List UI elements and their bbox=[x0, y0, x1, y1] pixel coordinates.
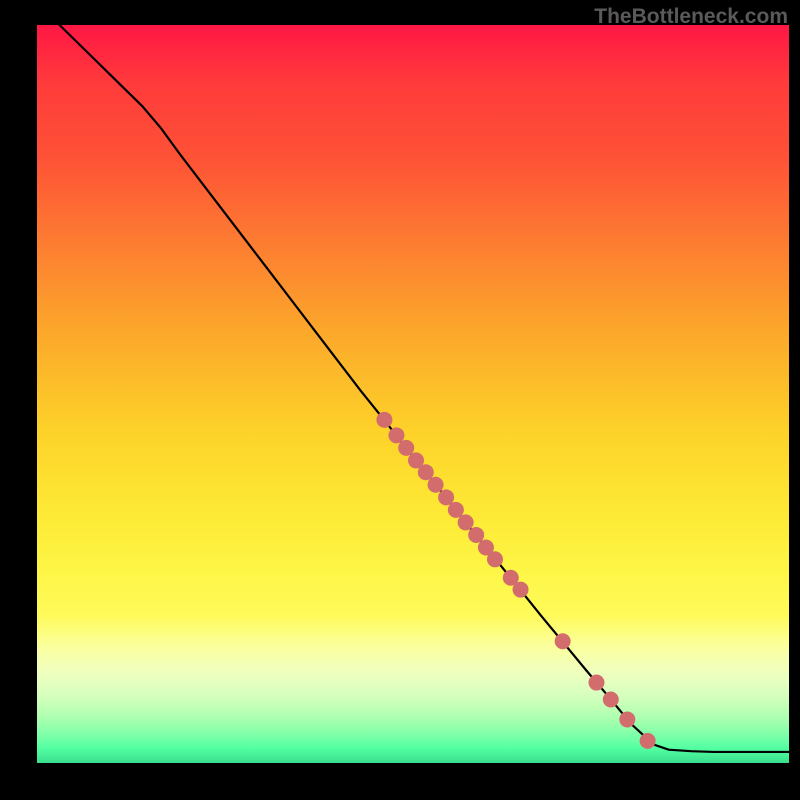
data-point bbox=[603, 692, 619, 708]
data-point bbox=[388, 427, 404, 443]
data-point bbox=[555, 633, 571, 649]
curve-line bbox=[52, 25, 789, 752]
data-point bbox=[458, 514, 474, 530]
data-point bbox=[448, 502, 464, 518]
data-point bbox=[428, 477, 444, 493]
watermark-text: TheBottleneck.com bbox=[594, 5, 788, 29]
chart-frame: TheBottleneck.com bbox=[0, 0, 800, 800]
data-point bbox=[513, 582, 529, 598]
data-point bbox=[487, 551, 503, 567]
data-point bbox=[418, 464, 434, 480]
data-point bbox=[619, 711, 635, 727]
data-point bbox=[438, 489, 454, 505]
chart-svg bbox=[37, 25, 789, 763]
plot-area bbox=[37, 25, 789, 763]
data-point bbox=[398, 440, 414, 456]
data-point bbox=[588, 675, 604, 691]
data-point bbox=[376, 412, 392, 428]
data-point bbox=[468, 527, 484, 543]
data-point bbox=[640, 733, 656, 749]
scatter-points bbox=[376, 412, 655, 749]
